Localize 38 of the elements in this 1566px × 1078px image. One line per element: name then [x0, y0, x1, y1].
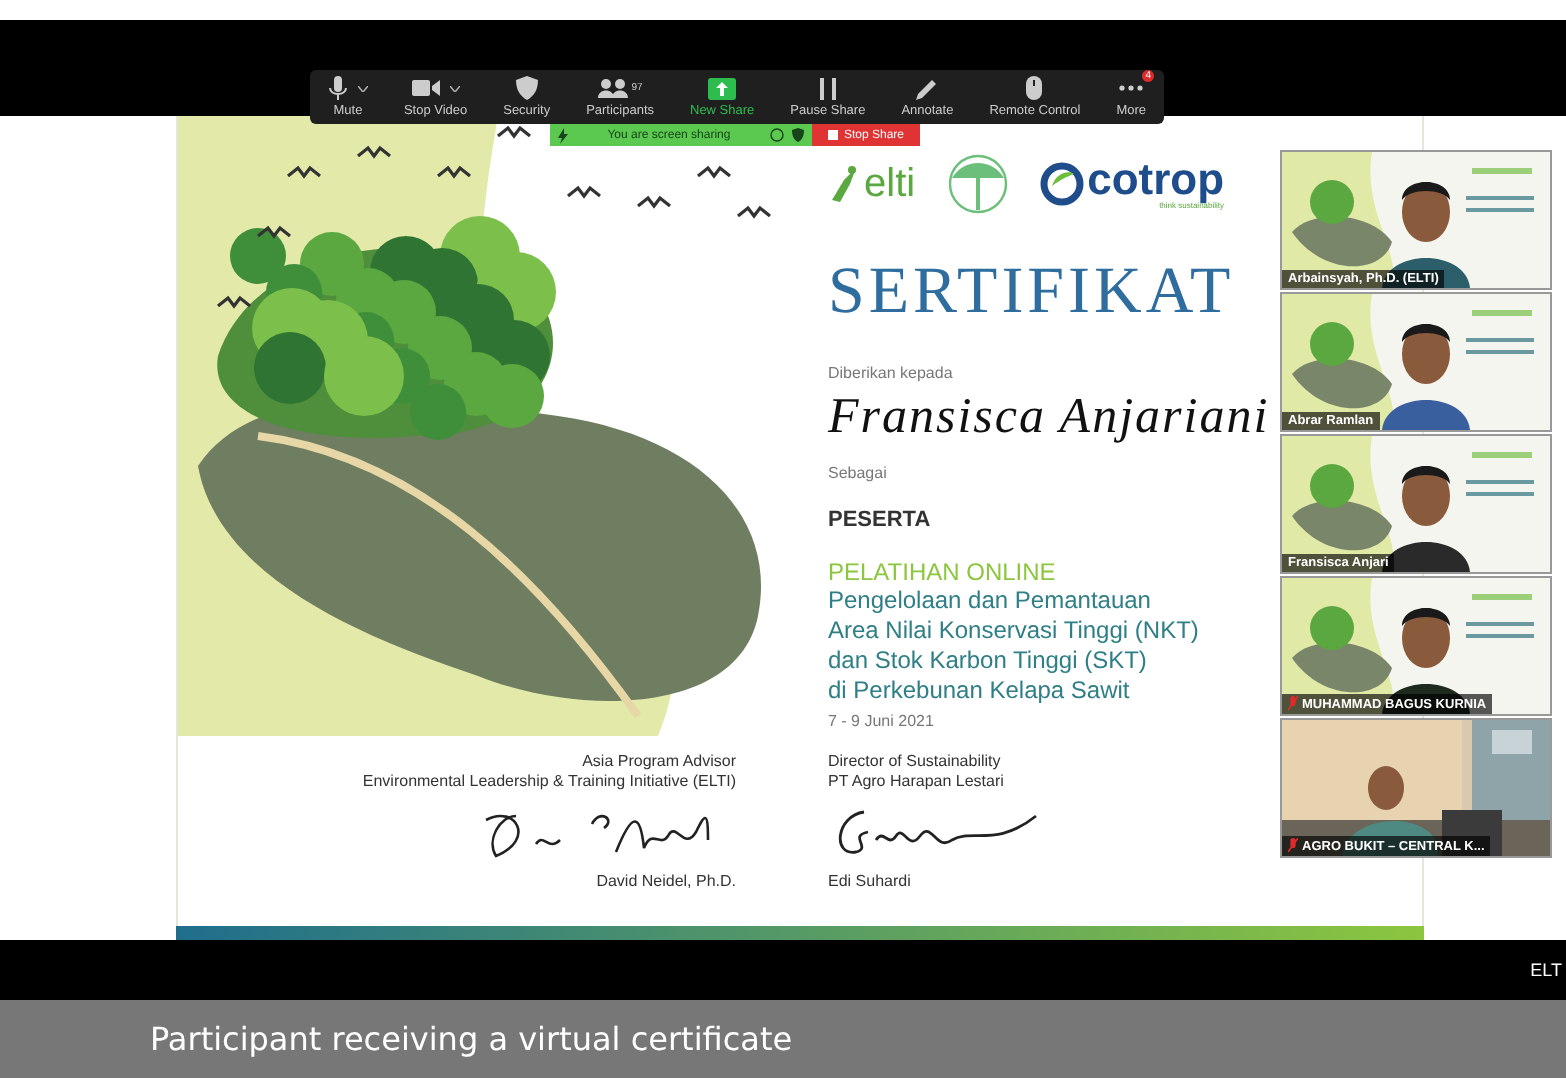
caption-text: Participant receiving a virtual certificate: [150, 1020, 793, 1058]
caret-icon[interactable]: [449, 85, 460, 91]
signatory-title: Asia Program Advisor: [582, 752, 736, 772]
share-screen-icon: [708, 77, 737, 99]
signatory-name: David Neidel, Ph.D.: [596, 872, 736, 890]
stop-square-icon: [827, 130, 838, 140]
role-text: PESERTA: [828, 508, 931, 532]
people-icon: [597, 78, 628, 98]
signatory-title: Director of Sustainability: [828, 752, 1001, 772]
globe-tree-icon: [943, 154, 1012, 214]
leaf-ring-icon: [1039, 162, 1084, 206]
given-to-label: Diberikan kepada: [828, 364, 953, 384]
elti-logo-text: elti: [864, 161, 916, 207]
pencil-icon: [916, 77, 939, 99]
lightning-icon: [558, 127, 568, 143]
pause-icon: [819, 77, 836, 99]
microphone-icon: [327, 76, 348, 100]
signatory-title: PT Agro Harapan Lestari: [828, 772, 1004, 792]
course-title-line: Area Nilai Konservasi Tinggi (NKT): [828, 616, 1199, 646]
signatory-title: Environmental Leadership & Training Initiative (ELTI): [362, 772, 736, 792]
recipient-name: Fransisca Anjariani: [828, 388, 1270, 448]
more-dots-icon: [1118, 84, 1145, 92]
info-circle-icon[interactable]: [769, 128, 784, 142]
video-camera-icon: [411, 78, 440, 98]
corner-label: ELT: [1530, 960, 1562, 980]
shield-icon[interactable]: [791, 128, 804, 142]
program-label: PELATIHAN ONLINE: [828, 558, 1056, 586]
signatory-name: Edi Suhardi: [828, 872, 911, 890]
certificate-title: SERTIFIKAT: [828, 256, 1235, 328]
course-title-line: di Perkebunan Kelapa Sawit: [828, 676, 1130, 706]
date-text: 7 - 9 Juni 2021: [828, 712, 934, 732]
as-label: Sebagai: [828, 464, 887, 484]
mouse-icon: [1026, 76, 1043, 100]
course-title-line: dan Stok Karbon Tinggi (SKT): [828, 646, 1147, 676]
course-title-line: Pengelolaan dan Pemantauan: [828, 586, 1151, 616]
shield-icon: [515, 76, 538, 100]
caret-icon[interactable]: [357, 85, 368, 91]
ecotrop-logo-text: cotrop: [1087, 159, 1225, 199]
